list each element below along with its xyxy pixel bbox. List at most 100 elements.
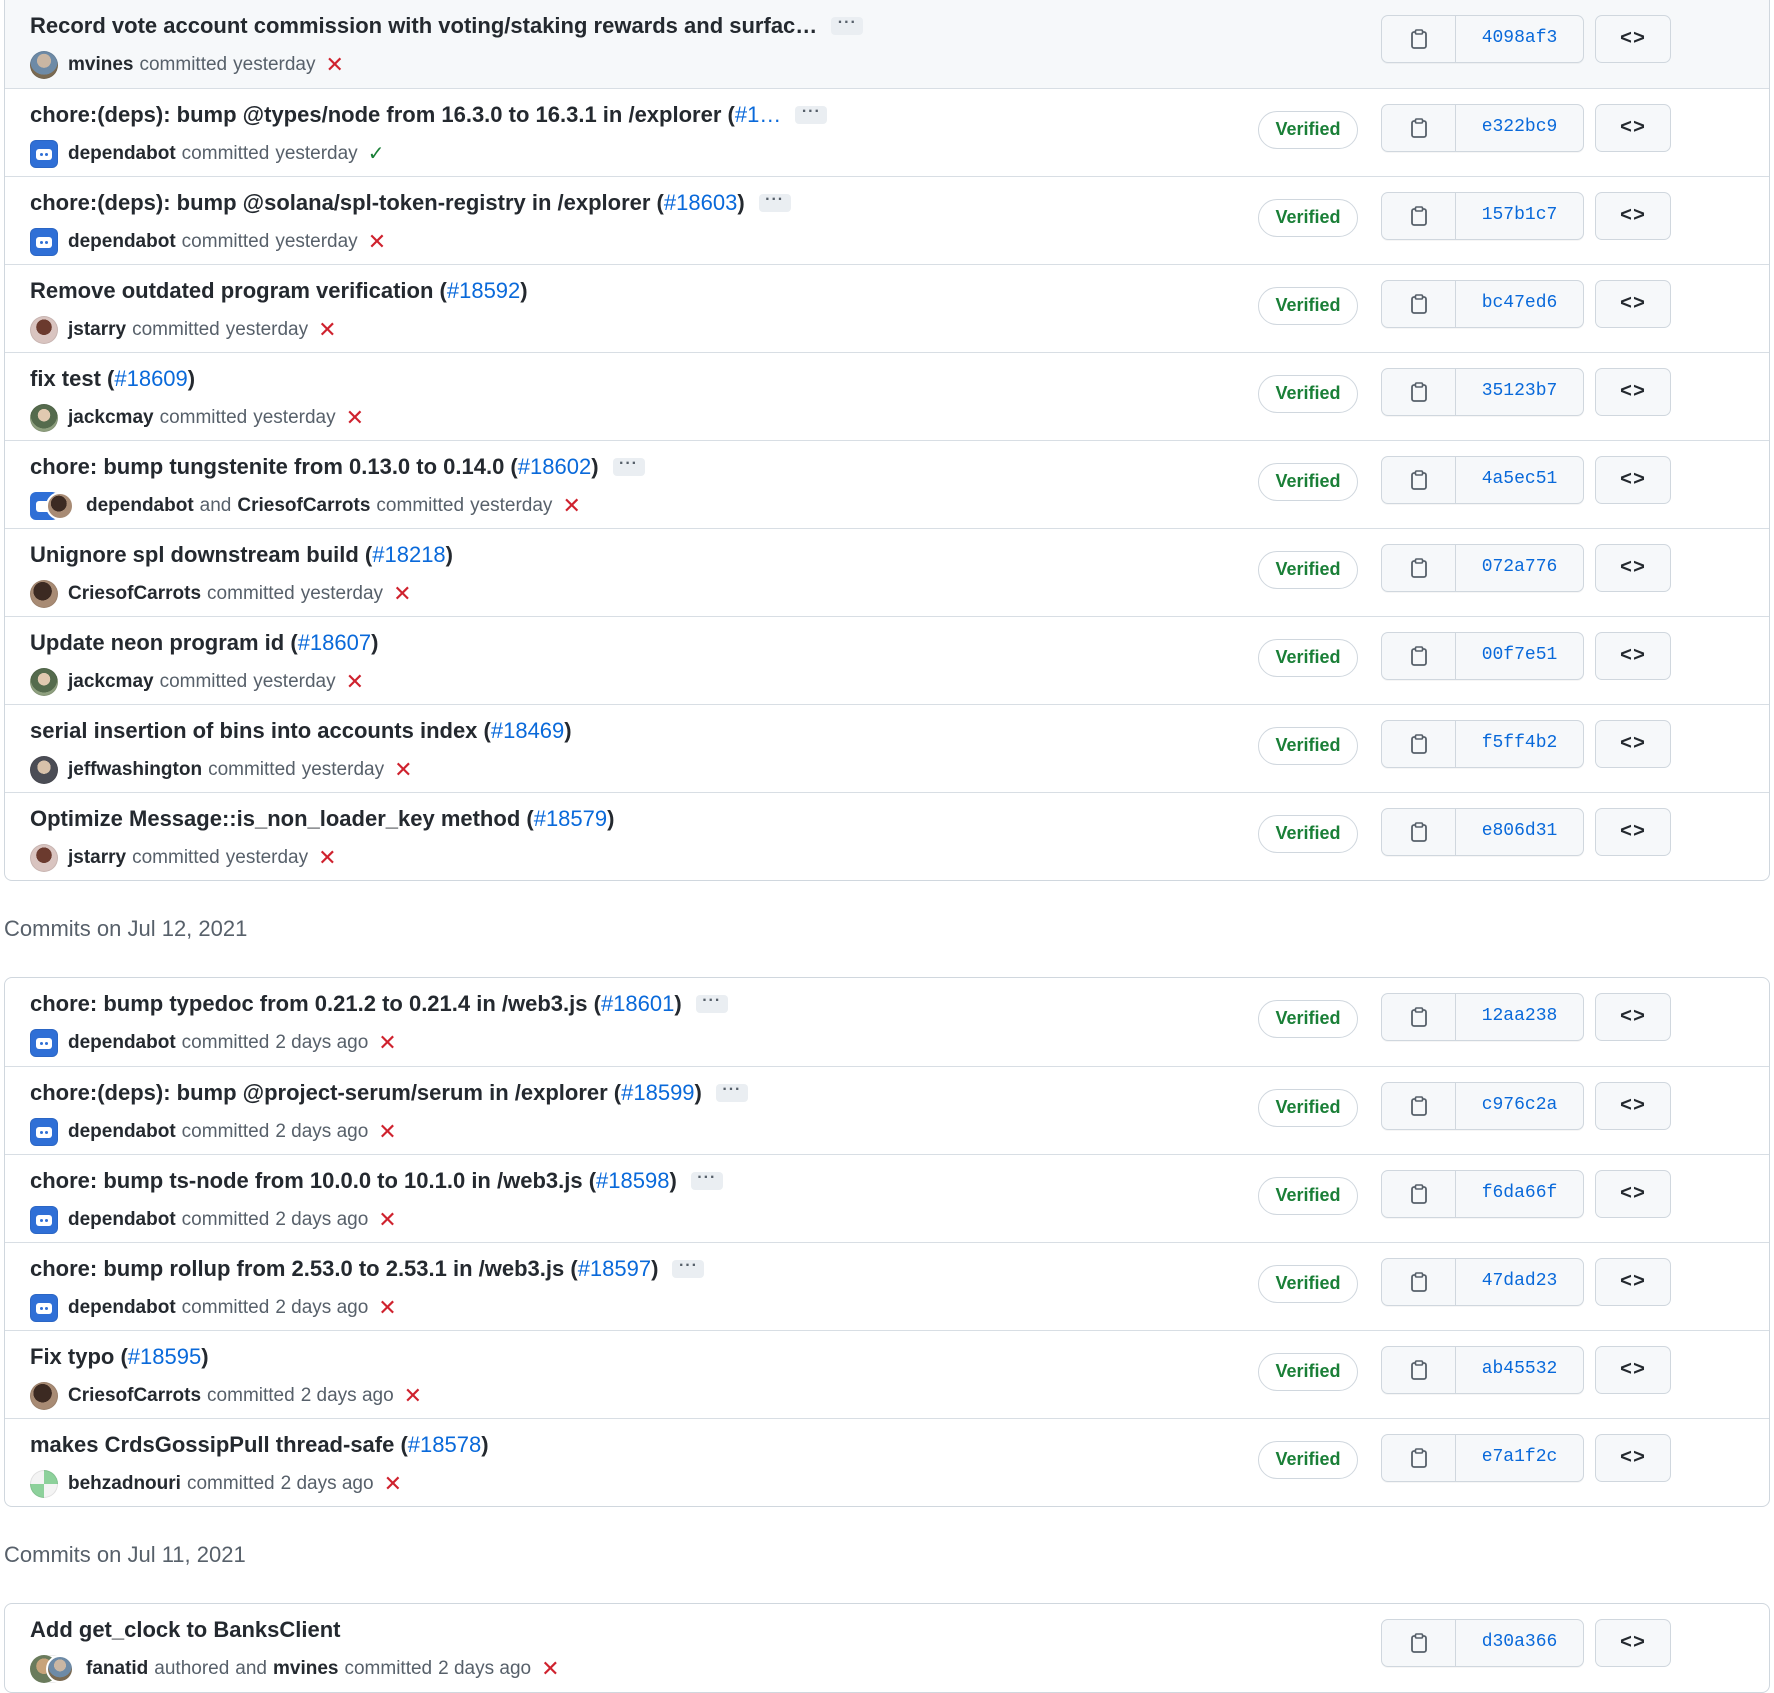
author-link[interactable]: jackcmay [68, 407, 154, 429]
commit-time[interactable]: 2 days ago [281, 1473, 374, 1495]
ellipsis-icon[interactable]: ··· [795, 104, 828, 124]
pr-link[interactable]: #1… [735, 102, 781, 128]
commit-message-suffix[interactable]: ) [674, 991, 681, 1017]
avatar[interactable] [30, 580, 58, 608]
verified-badge[interactable]: Verified [1258, 1000, 1358, 1038]
commit-message-suffix[interactable]: ) [669, 1168, 676, 1194]
avatar-stack[interactable] [30, 1655, 74, 1683]
commit-message-link[interactable]: Fix typo ( [30, 1344, 128, 1370]
x-icon[interactable]: ✕ [378, 1121, 396, 1143]
browse-repo-button[interactable]: <> [1595, 104, 1671, 152]
commit-sha-link[interactable]: bc47ed6 [1456, 281, 1583, 327]
x-icon[interactable]: ✕ [318, 847, 336, 869]
pr-link[interactable]: #18218 [372, 542, 445, 568]
author-link[interactable]: jstarry [68, 847, 126, 869]
x-icon[interactable]: ✕ [378, 1032, 396, 1054]
commit-sha-link[interactable]: e7a1f2c [1456, 1435, 1583, 1481]
commit-time[interactable]: yesterday [226, 847, 308, 869]
commit-sha-link[interactable]: f5ff4b2 [1456, 721, 1583, 767]
pr-link[interactable]: #18609 [114, 366, 187, 392]
copy-sha-button[interactable] [1382, 16, 1456, 62]
copy-sha-button[interactable] [1382, 105, 1456, 151]
avatar[interactable] [30, 1382, 58, 1410]
dependabot-icon[interactable] [30, 1118, 58, 1146]
copy-sha-button[interactable] [1382, 1435, 1456, 1481]
verified-badge[interactable]: Verified [1258, 1353, 1358, 1391]
avatar-coauthor[interactable] [46, 492, 74, 520]
avatar-stack[interactable] [30, 492, 74, 520]
author-link[interactable]: fanatid [86, 1658, 148, 1680]
author-link[interactable]: dependabot [68, 1297, 176, 1319]
commit-time[interactable]: 2 days ago [275, 1297, 368, 1319]
author-link[interactable]: dependabot [68, 1121, 176, 1143]
browse-repo-button[interactable]: <> [1595, 720, 1671, 768]
x-icon[interactable]: ✕ [384, 1473, 402, 1495]
x-icon[interactable]: ✕ [368, 231, 386, 253]
commit-message-link[interactable]: fix test ( [30, 366, 114, 392]
verified-badge[interactable]: Verified [1258, 1089, 1358, 1127]
copy-sha-button[interactable] [1382, 457, 1456, 503]
commit-sha-link[interactable]: 47dad23 [1456, 1259, 1583, 1305]
pr-link[interactable]: #18578 [408, 1432, 481, 1458]
commit-sha-link[interactable]: 35123b7 [1456, 369, 1583, 415]
avatar[interactable] [30, 668, 58, 696]
author-link[interactable]: dependabot [86, 495, 194, 517]
browse-repo-button[interactable]: <> [1595, 993, 1671, 1041]
copy-sha-button[interactable] [1382, 1259, 1456, 1305]
x-icon[interactable]: ✕ [326, 54, 344, 76]
avatar[interactable] [30, 316, 58, 344]
commit-message-link[interactable]: chore:(deps): bump @solana/spl-token-reg… [30, 190, 664, 216]
commit-message-link[interactable]: Remove outdated program verification ( [30, 278, 447, 304]
ellipsis-icon[interactable]: ··· [690, 1170, 723, 1190]
commit-message-suffix[interactable]: ) [371, 630, 378, 656]
commit-message-suffix[interactable]: ) [481, 1432, 488, 1458]
commit-message-suffix[interactable]: ) [201, 1344, 208, 1370]
verified-badge[interactable]: Verified [1258, 463, 1358, 501]
check-icon[interactable]: ✓ [368, 144, 385, 164]
browse-repo-button[interactable]: <> [1595, 1082, 1671, 1130]
author-link[interactable]: jackcmay [68, 671, 154, 693]
commit-message-suffix[interactable]: ) [520, 278, 527, 304]
commit-message-link[interactable]: Update neon program id ( [30, 630, 298, 656]
commit-message-suffix[interactable]: ) [695, 1080, 702, 1106]
author-link[interactable]: behzadnouri [68, 1473, 181, 1495]
pr-link[interactable]: #18601 [601, 991, 674, 1017]
commit-time[interactable]: yesterday [275, 231, 357, 253]
copy-sha-button[interactable] [1382, 369, 1456, 415]
browse-repo-button[interactable]: <> [1595, 15, 1671, 63]
browse-repo-button[interactable]: <> [1595, 544, 1671, 592]
commit-time[interactable]: yesterday [226, 319, 308, 341]
commit-time[interactable]: 2 days ago [275, 1032, 368, 1054]
dependabot-icon[interactable] [30, 140, 58, 168]
author-link[interactable]: jstarry [68, 319, 126, 341]
commit-message-link[interactable]: chore: bump ts-node from 10.0.0 to 10.1.… [30, 1168, 596, 1194]
commit-sha-link[interactable]: c976c2a [1456, 1083, 1583, 1129]
commit-time[interactable]: yesterday [253, 671, 335, 693]
commit-message-link[interactable]: Add get_clock to BanksClient [30, 1617, 341, 1643]
commit-time[interactable]: yesterday [302, 759, 384, 781]
copy-sha-button[interactable] [1382, 545, 1456, 591]
commit-sha-link[interactable]: 072a776 [1456, 545, 1583, 591]
x-icon[interactable]: ✕ [562, 495, 580, 517]
commit-message-suffix[interactable]: ) [446, 542, 453, 568]
verified-badge[interactable]: Verified [1258, 1177, 1358, 1215]
commit-time[interactable]: yesterday [253, 407, 335, 429]
avatar[interactable] [30, 1470, 58, 1498]
commit-sha-link[interactable]: e322bc9 [1456, 105, 1583, 151]
dependabot-icon[interactable] [30, 1029, 58, 1057]
x-icon[interactable]: ✕ [318, 319, 336, 341]
commit-sha-link[interactable]: ab45532 [1456, 1347, 1583, 1393]
avatar[interactable] [30, 404, 58, 432]
pr-link[interactable]: #18602 [518, 454, 591, 480]
pr-link[interactable]: #18599 [621, 1080, 694, 1106]
author-link[interactable]: dependabot [68, 1032, 176, 1054]
verified-badge[interactable]: Verified [1258, 727, 1358, 765]
commit-sha-link[interactable]: f6da66f [1456, 1171, 1583, 1217]
copy-sha-button[interactable] [1382, 281, 1456, 327]
browse-repo-button[interactable]: <> [1595, 808, 1671, 856]
commit-time[interactable]: 2 days ago [438, 1658, 531, 1680]
commit-message-link[interactable]: chore: bump typedoc from 0.21.2 to 0.21.… [30, 991, 601, 1017]
commit-time[interactable]: 2 days ago [275, 1121, 368, 1143]
author-link[interactable]: dependabot [68, 143, 176, 165]
author-link[interactable]: mvines [68, 54, 133, 76]
